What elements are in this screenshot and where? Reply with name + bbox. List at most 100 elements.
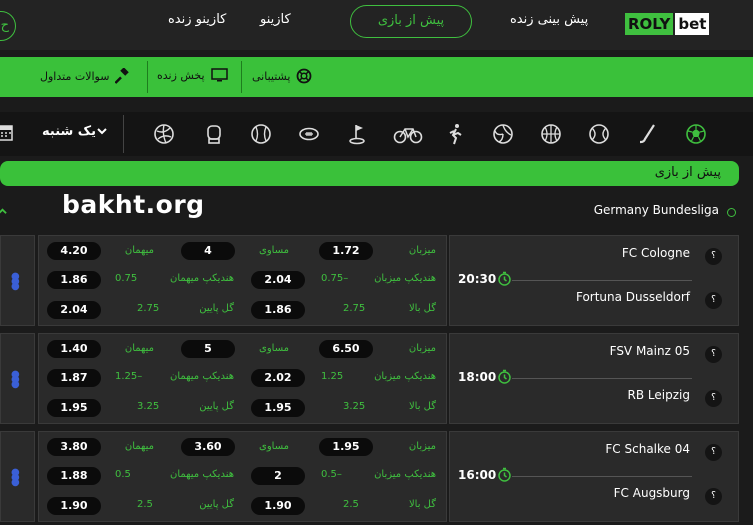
rolybet-logo[interactable]: ROLY bet (625, 13, 710, 35)
label-under: گل پایین (199, 499, 234, 510)
stopwatch-icon (498, 271, 511, 286)
info-icon[interactable]: ؟ (705, 292, 722, 309)
handicap-away-line: 0.5 (115, 469, 131, 480)
match-more-button[interactable]: ● ● ● (0, 235, 35, 326)
info-icon[interactable]: ؟ (705, 444, 722, 461)
label-over: گل بالا (408, 401, 436, 412)
odd-over-button[interactable]: 1.86 (251, 301, 305, 319)
nav-live-casino[interactable]: کازینو زنده (168, 12, 226, 27)
divider (123, 115, 124, 153)
info-icon[interactable]: ؟ (705, 346, 722, 363)
divider (512, 476, 692, 477)
stopwatch-icon (498, 467, 511, 482)
away-team-name: RB Leipzig (627, 388, 690, 402)
live-stream-link[interactable]: پخش زنده (157, 68, 228, 83)
cycling-icon[interactable] (393, 123, 423, 145)
watermark-text: bakht.org (62, 190, 205, 219)
odd-draw-button[interactable]: 3.60 (181, 438, 235, 456)
odd-draw-button[interactable]: 5 (181, 340, 235, 358)
basketball-icon[interactable] (540, 123, 562, 145)
odd-home-button[interactable]: 6.50 (319, 340, 373, 358)
match-more-button[interactable]: ● ● ● (0, 333, 35, 424)
handicap-home-line: 0.5– (321, 469, 342, 480)
chevron-down-icon[interactable] (97, 126, 107, 136)
label-away: میهمان (124, 245, 154, 256)
american-football-icon[interactable] (298, 123, 320, 145)
odd-home-button[interactable]: 1.95 (319, 438, 373, 456)
league-title[interactable]: Germany Bundesliga (594, 203, 719, 217)
more-dots-icon: ● ● ● (11, 467, 20, 488)
odd-home-button[interactable]: 1.72 (319, 242, 373, 260)
nav-live-prediction[interactable]: پیش بینی زنده (510, 12, 588, 27)
hockey-icon[interactable] (637, 123, 659, 145)
teams-panel[interactable]: FC Schalke 04 ؟ 16:00 FC Augsburg ؟ (449, 431, 739, 522)
secondary-bar: سوالات متداول پخش زنده پشتیبانی (0, 57, 753, 97)
odd-away-button[interactable]: 4.20 (47, 242, 101, 260)
section-title: پیش از بازی (654, 165, 721, 180)
odds-panel: میزبان 1.72 مساوی 4 میهمان 4.20 هندیکپ م… (38, 235, 447, 326)
calendar-icon[interactable] (0, 123, 13, 141)
home-team-name: FSV Mainz 05 (609, 344, 690, 358)
soccer-icon[interactable] (685, 123, 707, 145)
menu-toggle-button[interactable]: ح (0, 11, 16, 41)
label-handicap-home: هندیکپ میزبان (374, 469, 436, 480)
info-icon[interactable]: ؟ (705, 488, 722, 505)
odd-over-button[interactable]: 1.95 (251, 399, 305, 417)
monitor-icon (210, 68, 228, 82)
baseball-icon[interactable] (250, 123, 272, 145)
stopwatch-icon (498, 369, 511, 384)
label-home: میزبان (408, 245, 436, 256)
volleyball-alt-icon[interactable] (492, 123, 514, 145)
glove-icon[interactable] (203, 123, 225, 145)
odd-handicap-home-button[interactable]: 2 (251, 467, 305, 485)
label-handicap-home: هندیکپ میزبان (374, 371, 436, 382)
odds-panel: میزبان 6.50 مساوی 5 میهمان 1.40 هندیکپ م… (38, 333, 447, 424)
athletics-icon[interactable] (444, 123, 466, 145)
nav-pregame[interactable]: پیش از بازی (350, 5, 472, 38)
divider (512, 280, 692, 281)
support-link[interactable]: پشتیبانی (252, 68, 312, 84)
odd-handicap-away-button[interactable]: 1.88 (47, 467, 101, 485)
odd-handicap-away-button[interactable]: 1.87 (47, 369, 101, 387)
volleyball-icon[interactable] (153, 123, 175, 145)
odd-over-button[interactable]: 1.90 (251, 497, 305, 515)
odd-under-button[interactable]: 1.90 (47, 497, 101, 515)
handicap-away-line: 1.25– (115, 371, 143, 382)
league-radio-icon[interactable] (727, 208, 736, 217)
support-label: پشتیبانی (252, 69, 291, 83)
label-away: میهمان (124, 343, 154, 354)
faq-link[interactable]: سوالات متداول (40, 68, 131, 84)
label-handicap-away: هندیکپ میهمان (170, 371, 234, 382)
label-home: میزبان (408, 343, 436, 354)
more-dots-icon: ● ● ● (11, 271, 20, 292)
live-stream-label: پخش زنده (157, 69, 205, 82)
odd-handicap-home-button[interactable]: 2.04 (251, 271, 305, 289)
odd-under-button[interactable]: 2.04 (47, 301, 101, 319)
tennis-icon[interactable] (588, 123, 610, 145)
divider (241, 61, 242, 93)
odd-away-button[interactable]: 3.80 (47, 438, 101, 456)
over-line: 2.5 (343, 499, 359, 510)
label-draw: مساوی (259, 245, 289, 256)
label-handicap-away: هندیکپ میهمان (170, 469, 234, 480)
match-more-button[interactable]: ● ● ● (0, 431, 35, 522)
away-team-name: FC Augsburg (613, 486, 690, 500)
teams-panel[interactable]: FC Cologne ؟ 20:30 Fortuna Dusseldorf ؟ (449, 235, 739, 326)
odd-away-button[interactable]: 1.40 (47, 340, 101, 358)
lifebuoy-icon (297, 68, 312, 84)
home-team-name: FC Cologne (621, 246, 690, 260)
handicap-away-line: 0.75 (115, 273, 138, 284)
teams-panel[interactable]: FSV Mainz 05 ؟ 18:00 RB Leipzig ؟ (449, 333, 739, 424)
match-time: 18:00 (458, 370, 497, 384)
odd-under-button[interactable]: 1.95 (47, 399, 101, 417)
odd-handicap-away-button[interactable]: 1.86 (47, 271, 101, 289)
info-icon[interactable]: ؟ (705, 390, 722, 407)
odd-draw-button[interactable]: 4 (181, 242, 235, 260)
label-away: میهمان (124, 441, 154, 452)
info-icon[interactable]: ؟ (705, 248, 722, 265)
odd-handicap-home-button[interactable]: 2.02 (251, 369, 305, 387)
day-selector[interactable]: یک شنبه (42, 124, 96, 139)
golf-icon[interactable] (347, 123, 369, 145)
chevron-up-icon[interactable] (0, 207, 7, 216)
nav-casino[interactable]: کازینو (260, 12, 291, 27)
